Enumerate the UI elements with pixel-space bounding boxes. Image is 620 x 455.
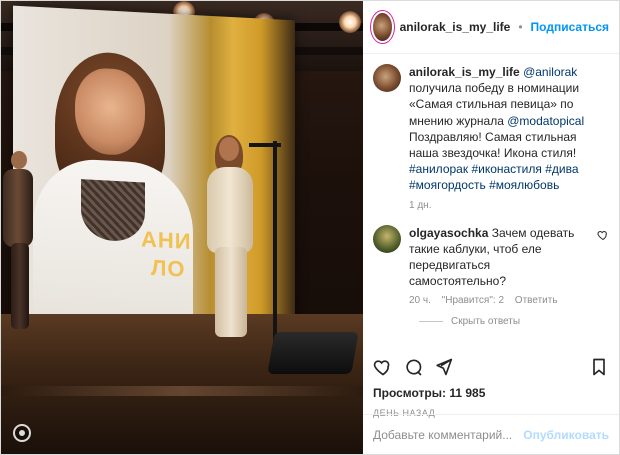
action-icons	[373, 354, 609, 380]
stage-light	[339, 11, 361, 33]
views-label: Просмотры:	[373, 386, 447, 400]
hide-replies-line	[419, 321, 443, 323]
comment-text: olgayasochka Зачем одевать такие каблуки…	[409, 225, 589, 290]
dancer-head	[11, 151, 27, 169]
background-dancer	[3, 151, 39, 331]
stage-edge	[1, 386, 363, 396]
performer-legs	[215, 247, 247, 337]
hashtag[interactable]: #моялюбовь	[489, 178, 559, 192]
comment-avatar[interactable]	[373, 224, 401, 253]
comments-section: anilorak_is_my_life @anilorak получила п…	[363, 54, 619, 344]
comment-age: 20 ч.	[409, 295, 431, 307]
comment-reply[interactable]: Ответить	[515, 295, 558, 306]
video-cursor-icon[interactable]	[13, 424, 31, 442]
screen-text-ani: АНИ	[141, 226, 192, 254]
comment-bubble-icon[interactable]	[403, 357, 423, 377]
comment-input[interactable]: Добавьте комментарий...	[373, 428, 523, 442]
caption-age: 1 дн.	[409, 199, 432, 211]
comment-username[interactable]: olgayasochka	[409, 226, 488, 240]
screen-text-lo: ЛО	[151, 254, 186, 282]
performer	[207, 135, 253, 351]
views-count: 11 985	[449, 386, 486, 400]
hide-replies-label[interactable]: Скрыть ответы	[451, 316, 520, 327]
caption-avatar[interactable]	[373, 64, 401, 92]
mic-stand	[273, 141, 277, 351]
performer-head	[219, 137, 239, 161]
hashtag[interactable]: #моягордость	[409, 178, 486, 192]
comment: olgayasochka Зачем одевать такие каблуки…	[373, 224, 609, 306]
caption-mention-2[interactable]: @modatopical	[507, 114, 584, 128]
author-username[interactable]: anilorak_is_my_life	[400, 20, 511, 34]
comment-meta: 20 ч. "Нравится": 2 Ответить	[409, 295, 589, 306]
header-separator-dot: •	[518, 20, 523, 34]
caption-line-4: Икона стиля!	[503, 145, 577, 160]
caption-meta: 1 дн.	[409, 200, 609, 211]
hide-replies[interactable]: Скрыть ответы	[419, 316, 609, 327]
dancer-body	[3, 169, 33, 247]
caption-line-2: Поздравляю!	[409, 129, 482, 144]
hashtag[interactable]: #дива	[545, 162, 578, 176]
caption-text: anilorak_is_my_life @anilorak получила п…	[409, 64, 609, 194]
hashtag[interactable]: #анилорак	[409, 162, 468, 176]
instagram-post-modal: АНИ ЛО anilorak_is_my_life • Подписаться	[0, 0, 620, 455]
add-comment-bar: Добавьте комментарий... Опубликовать	[363, 414, 619, 454]
caption-username[interactable]: anilorak_is_my_life	[409, 65, 520, 79]
post-header: anilorak_is_my_life • Подписаться	[363, 1, 619, 54]
hashtag[interactable]: #иконастиля	[471, 162, 541, 176]
follow-button[interactable]: Подписаться	[531, 20, 609, 34]
stage-speaker	[267, 332, 359, 374]
heart-outline-icon[interactable]	[373, 357, 393, 377]
paper-plane-icon[interactable]	[433, 357, 453, 377]
caption: anilorak_is_my_life @anilorak получила п…	[373, 64, 609, 211]
comment-likes[interactable]: "Нравится": 2	[442, 295, 504, 306]
dancer-legs	[11, 243, 29, 329]
bookmark-icon[interactable]	[589, 357, 609, 377]
avatar[interactable]	[373, 13, 392, 41]
post-sidebar: anilorak_is_my_life • Подписаться anilor…	[363, 1, 619, 454]
views: Просмотры: 11 985	[373, 386, 609, 400]
performer-body	[207, 167, 253, 253]
caption-mention[interactable]: @anilorak	[523, 65, 577, 79]
publish-button[interactable]: Опубликовать	[523, 428, 609, 442]
screen-portrait-face	[75, 66, 145, 157]
post-actions: Просмотры: 11 985 ДЕНЬ НАЗАД	[363, 344, 619, 418]
post-media[interactable]: АНИ ЛО	[1, 1, 363, 454]
heart-small-icon[interactable]	[597, 229, 609, 241]
